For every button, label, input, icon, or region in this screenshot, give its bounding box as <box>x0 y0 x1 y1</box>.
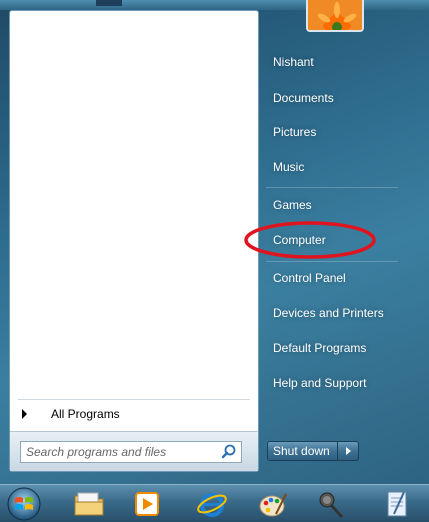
link-control-panel[interactable]: Control Panel <box>264 264 399 292</box>
paint-icon[interactable] <box>256 488 290 520</box>
shutdown-button[interactable]: Shut down <box>268 442 338 460</box>
link-games[interactable]: Games <box>264 191 399 219</box>
shutdown-options-button[interactable] <box>338 442 358 460</box>
notepad-icon[interactable] <box>380 488 414 520</box>
taskbar <box>0 484 429 522</box>
media-player-icon[interactable] <box>130 488 164 520</box>
microphone-icon[interactable] <box>316 488 350 520</box>
windows-orb-icon[interactable] <box>3 486 45 522</box>
link-user-folder[interactable]: Nishant <box>264 48 399 76</box>
user-picture[interactable] <box>306 0 364 32</box>
link-documents[interactable]: Documents <box>264 84 399 112</box>
right-separator <box>266 261 398 262</box>
top-window-edge <box>96 0 122 6</box>
link-default-programs[interactable]: Default Programs <box>264 334 399 362</box>
link-music[interactable]: Music <box>264 153 399 181</box>
link-devices-and-printers[interactable]: Devices and Printers <box>264 299 399 327</box>
internet-explorer-icon[interactable] <box>195 488 229 520</box>
start-menu: All Programs Nishant Documents Pictures … <box>0 0 429 484</box>
all-programs-item[interactable]: All Programs <box>16 403 252 425</box>
programs-separator <box>18 399 250 400</box>
link-pictures[interactable]: Pictures <box>264 118 399 146</box>
red-circle-annotation <box>244 221 376 259</box>
folder-icon[interactable] <box>72 488 106 520</box>
triangle-right-icon <box>22 409 27 419</box>
search-area <box>10 431 258 471</box>
search-icon[interactable] <box>219 442 239 462</box>
flower-image-icon <box>308 0 362 30</box>
right-separator <box>266 187 398 188</box>
programs-panel: All Programs <box>9 10 259 472</box>
search-input[interactable] <box>21 443 219 461</box>
all-programs-label: All Programs <box>51 407 120 421</box>
search-box[interactable] <box>20 441 242 463</box>
shutdown-control: Shut down <box>267 441 359 461</box>
link-help-and-support[interactable]: Help and Support <box>264 369 399 397</box>
menu-top-edge <box>0 0 429 10</box>
arrow-right-icon <box>345 447 351 455</box>
